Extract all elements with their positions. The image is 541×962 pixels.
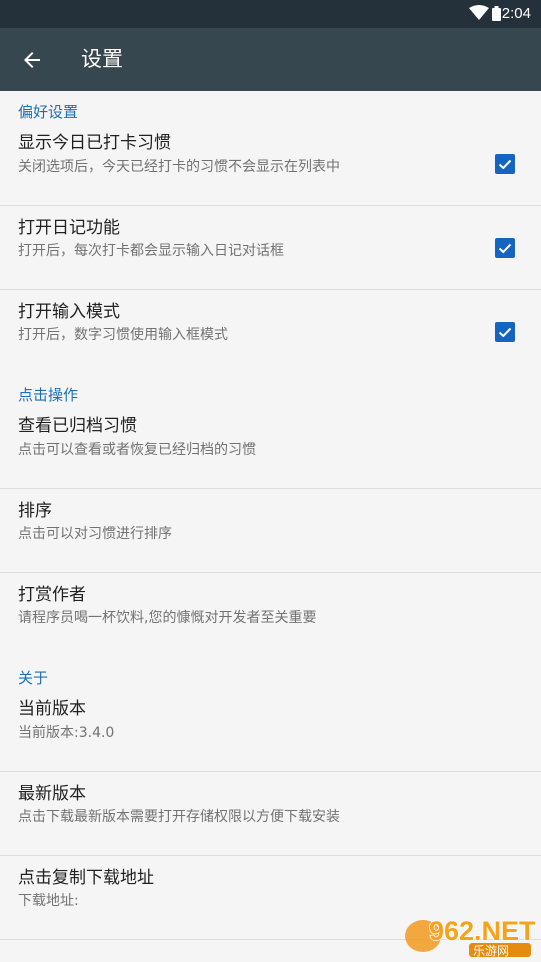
checkbox-checked-icon[interactable] — [495, 238, 515, 258]
settings-list: 偏好设置 显示今日已打卡习惯 关闭选项后，今天已经打卡的习惯不会显示在列表中 打… — [0, 91, 541, 940]
setting-subtitle: 请程序员喝一杯饮料,您的慷慨对开发者至关重要 — [18, 610, 317, 626]
setting-title: 打赏作者 — [18, 585, 86, 605]
status-time: 2:04 — [501, 5, 531, 22]
app-toolbar: 设置 — [0, 28, 541, 91]
section-header-about: 关于 — [18, 669, 49, 687]
setting-archived-habits[interactable]: 查看已归档习惯 点击可以查看或者恢复已经归档的习惯 — [0, 414, 541, 489]
checkbox-checked-icon[interactable] — [495, 154, 515, 174]
setting-subtitle: 打开后，数字习惯使用输入框模式 — [18, 327, 228, 343]
setting-title: 显示今日已打卡习惯 — [18, 133, 171, 153]
setting-subtitle: 点击可以对习惯进行排序 — [18, 526, 172, 542]
section-header-preferences: 偏好设置 — [18, 103, 79, 121]
setting-latest-version[interactable]: 最新版本 点击下载最新版本需要打开存储权限以方便下载安装 — [0, 772, 541, 856]
setting-subtitle: 当前版本:3.4.0 — [18, 725, 115, 741]
setting-subtitle: 打开后，每次打卡都会显示输入日记对话框 — [18, 243, 284, 259]
setting-title: 排序 — [18, 501, 52, 521]
setting-input-mode[interactable]: 打开输入模式 打开后，数字习惯使用输入框模式 — [0, 290, 541, 374]
watermark-site: 乐游网 — [473, 944, 509, 958]
setting-diary-feature[interactable]: 打开日记功能 打开后，每次打卡都会显示输入日记对话框 — [0, 206, 541, 290]
setting-show-today-checked[interactable]: 显示今日已打卡习惯 关闭选项后，今天已经打卡的习惯不会显示在列表中 — [0, 131, 541, 206]
arrow-left-icon[interactable] — [20, 48, 44, 72]
status-bar: 2:04 — [0, 0, 541, 28]
setting-title: 点击复制下载地址 — [18, 868, 154, 888]
checkbox-checked-icon[interactable] — [495, 322, 515, 342]
setting-current-version[interactable]: 当前版本 当前版本:3.4.0 — [0, 697, 541, 772]
wifi-icon — [469, 5, 489, 20]
watermark-brand: 962.NET — [429, 916, 536, 946]
setting-subtitle: 下载地址: — [18, 893, 79, 909]
page-title: 设置 — [81, 47, 123, 71]
setting-title: 打开日记功能 — [18, 218, 120, 238]
section-header-actions: 点击操作 — [18, 386, 79, 404]
setting-donate[interactable]: 打赏作者 请程序员喝一杯饮料,您的慷慨对开发者至关重要 — [0, 573, 541, 657]
setting-subtitle: 点击可以查看或者恢复已经归档的习惯 — [18, 442, 256, 458]
setting-subtitle: 点击下载最新版本需要打开存储权限以方便下载安装 — [18, 809, 340, 825]
setting-title: 当前版本 — [18, 699, 86, 719]
setting-subtitle: 关闭选项后，今天已经打卡的习惯不会显示在列表中 — [18, 159, 340, 175]
battery-icon — [492, 6, 501, 21]
setting-title: 最新版本 — [18, 784, 86, 804]
site-watermark-logo: 962.NET 乐游网 — [405, 915, 537, 958]
setting-title: 打开输入模式 — [18, 302, 120, 322]
setting-sort[interactable]: 排序 点击可以对习惯进行排序 — [0, 489, 541, 573]
setting-title: 查看已归档习惯 — [18, 416, 137, 436]
